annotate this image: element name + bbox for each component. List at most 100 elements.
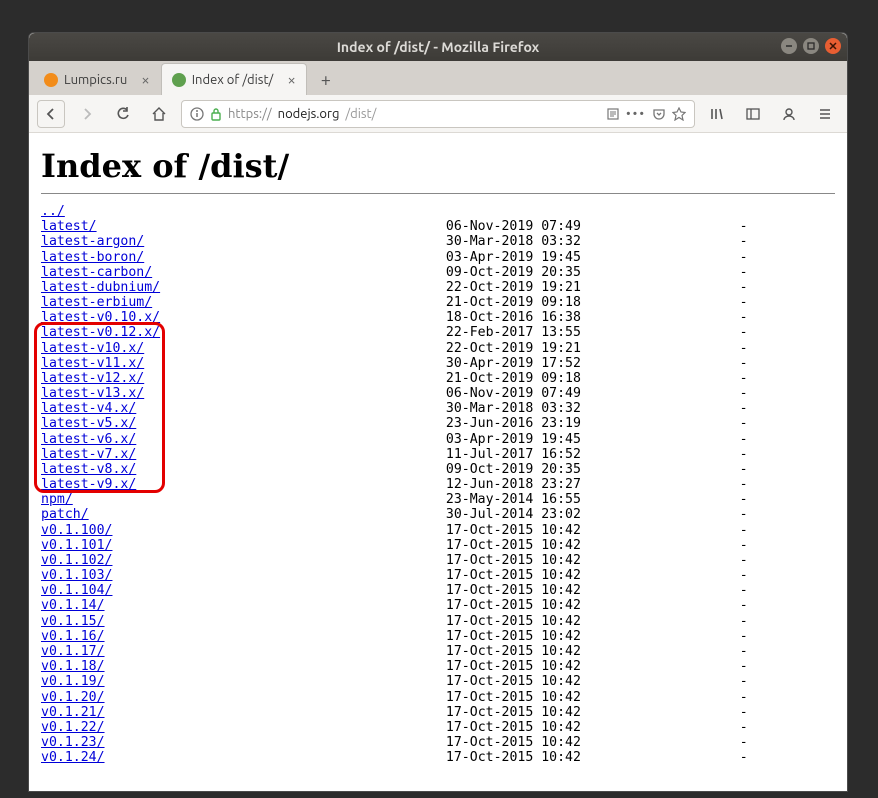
reader-icon[interactable]: [606, 107, 620, 121]
listing-meta: 09-Oct-2019 20:35 -: [136, 462, 747, 477]
account-button[interactable]: [775, 100, 803, 128]
browser-window: Index of /dist/ - Mozilla Firefox Lumpic…: [28, 32, 848, 792]
dir-link[interactable]: v0.1.22/: [41, 720, 105, 735]
listing-row: latest-v13.x/ 06-Nov-2019 07:49 -: [41, 386, 835, 401]
tab-label: Lumpics.ru: [64, 73, 127, 87]
dir-link[interactable]: v0.1.19/: [41, 674, 105, 689]
dir-link[interactable]: npm/: [41, 492, 73, 507]
dir-link[interactable]: latest-v9.x/: [41, 477, 136, 492]
dir-link[interactable]: v0.1.24/: [41, 750, 105, 765]
listing-meta: 22-Feb-2017 13:55 -: [160, 325, 748, 340]
listing-row: latest-carbon/ 09-Oct-2019 20:35 -: [41, 265, 835, 280]
pocket-icon[interactable]: [652, 107, 666, 121]
listing-meta: 17-Oct-2015 10:42 -: [105, 644, 748, 659]
dir-link[interactable]: v0.1.101/: [41, 538, 112, 553]
dir-link[interactable]: latest-v5.x/: [41, 416, 136, 431]
dir-link[interactable]: latest-argon/: [41, 234, 144, 249]
dir-link[interactable]: latest-erbium/: [41, 295, 152, 310]
close-button[interactable]: [825, 38, 841, 54]
dir-link[interactable]: latest-v6.x/: [41, 432, 136, 447]
listing-meta: 17-Oct-2015 10:42 -: [112, 553, 747, 568]
tab-lumpics[interactable]: Lumpics.ru ×: [33, 63, 161, 95]
listing-row: latest-v0.12.x/ 22-Feb-2017 13:55 -: [41, 325, 835, 340]
listing-row: v0.1.20/ 17-Oct-2015 10:42 -: [41, 690, 835, 705]
dir-link[interactable]: v0.1.102/: [41, 553, 112, 568]
dir-link[interactable]: ../: [41, 204, 65, 219]
listing-meta: 17-Oct-2015 10:42 -: [105, 629, 748, 644]
dir-link[interactable]: latest-v0.10.x/: [41, 310, 160, 325]
menu-button[interactable]: [811, 100, 839, 128]
listing-meta: 17-Oct-2015 10:42 -: [105, 720, 748, 735]
dir-link[interactable]: latest-v12.x/: [41, 371, 144, 386]
listing-row: v0.1.22/ 17-Oct-2015 10:42 -: [41, 720, 835, 735]
dir-link[interactable]: latest-v0.12.x/: [41, 325, 160, 340]
tab-label: Index of /dist/: [192, 73, 274, 87]
back-button[interactable]: [37, 100, 65, 128]
dir-link[interactable]: latest/: [41, 219, 97, 234]
listing-row: latest-v6.x/ 03-Apr-2019 19:45 -: [41, 432, 835, 447]
lock-icon[interactable]: [210, 107, 222, 121]
listing-row: v0.1.14/ 17-Oct-2015 10:42 -: [41, 598, 835, 613]
dir-link[interactable]: latest-v8.x/: [41, 462, 136, 477]
dir-link[interactable]: v0.1.15/: [41, 614, 105, 629]
dir-link[interactable]: v0.1.16/: [41, 629, 105, 644]
listing-row: v0.1.103/ 17-Oct-2015 10:42 -: [41, 568, 835, 583]
dir-link[interactable]: v0.1.14/: [41, 598, 105, 613]
page-actions-icon[interactable]: •••: [626, 107, 646, 121]
dir-link[interactable]: latest-v7.x/: [41, 447, 136, 462]
listing-meta: 22-Oct-2019 19:21 -: [144, 341, 747, 356]
address-bar[interactable]: https://nodejs.org/dist/ •••: [181, 100, 695, 128]
dir-link[interactable]: v0.1.104/: [41, 583, 112, 598]
listing-meta: 30-Jul-2014 23:02 -: [89, 507, 748, 522]
dir-link[interactable]: latest-v13.x/: [41, 386, 144, 401]
listing-meta: 22-Oct-2019 19:21 -: [160, 280, 748, 295]
listing-meta: 21-Oct-2019 09:18 -: [144, 371, 747, 386]
dir-link[interactable]: v0.1.23/: [41, 735, 105, 750]
listing-meta: 17-Oct-2015 10:42 -: [105, 614, 748, 629]
dir-link[interactable]: v0.1.20/: [41, 690, 105, 705]
reload-button[interactable]: [109, 100, 137, 128]
sidebar-button[interactable]: [739, 100, 767, 128]
close-icon[interactable]: ×: [287, 71, 295, 88]
dir-link[interactable]: latest-v11.x/: [41, 356, 144, 371]
home-button[interactable]: [145, 100, 173, 128]
listing-meta: 23-Jun-2016 23:19 -: [136, 416, 747, 431]
new-tab-button[interactable]: +: [311, 65, 341, 95]
listing-row: v0.1.21/ 17-Oct-2015 10:42 -: [41, 705, 835, 720]
listing-meta: 06-Nov-2019 07:49 -: [97, 219, 748, 234]
tab-index-dist[interactable]: Index of /dist/ ×: [161, 63, 307, 95]
listing-meta: 30-Mar-2018 03:32 -: [144, 234, 747, 249]
close-icon[interactable]: ×: [141, 71, 149, 88]
forward-button[interactable]: [73, 100, 101, 128]
dir-link[interactable]: v0.1.21/: [41, 705, 105, 720]
dir-link[interactable]: v0.1.100/: [41, 523, 112, 538]
listing-row: latest-erbium/ 21-Oct-2019 09:18 -: [41, 295, 835, 310]
minimize-button[interactable]: [781, 38, 797, 54]
library-button[interactable]: [703, 100, 731, 128]
favicon: [172, 73, 186, 87]
listing-row: latest-v5.x/ 23-Jun-2016 23:19 -: [41, 416, 835, 431]
listing-row: latest-boron/ 03-Apr-2019 19:45 -: [41, 250, 835, 265]
dir-link[interactable]: v0.1.17/: [41, 644, 105, 659]
maximize-button[interactable]: [803, 38, 819, 54]
listing-row: latest/ 06-Nov-2019 07:49 -: [41, 219, 835, 234]
info-icon[interactable]: [190, 107, 204, 121]
dir-link[interactable]: latest-v4.x/: [41, 401, 136, 416]
listing-row: npm/ 23-May-2014 16:55 -: [41, 492, 835, 507]
listing-row: latest-v8.x/ 09-Oct-2019 20:35 -: [41, 462, 835, 477]
dir-link[interactable]: latest-boron/: [41, 250, 144, 265]
divider: [41, 193, 835, 194]
listing-row: v0.1.17/ 17-Oct-2015 10:42 -: [41, 644, 835, 659]
dir-link[interactable]: latest-dubnium/: [41, 280, 160, 295]
dir-link[interactable]: patch/: [41, 507, 89, 522]
dir-link[interactable]: latest-v10.x/: [41, 341, 144, 356]
listing-meta: 21-Oct-2019 09:18 -: [152, 295, 747, 310]
bookmark-icon[interactable]: [672, 107, 686, 121]
dir-link[interactable]: v0.1.18/: [41, 659, 105, 674]
listing-meta: 17-Oct-2015 10:42 -: [105, 750, 748, 765]
listing-row: latest-v4.x/ 30-Mar-2018 03:32 -: [41, 401, 835, 416]
dir-link[interactable]: v0.1.103/: [41, 568, 112, 583]
dir-link[interactable]: latest-carbon/: [41, 265, 152, 280]
listing-row: latest-v11.x/ 30-Apr-2019 17:52 -: [41, 356, 835, 371]
window-title: Index of /dist/ - Mozilla Firefox: [337, 39, 540, 55]
